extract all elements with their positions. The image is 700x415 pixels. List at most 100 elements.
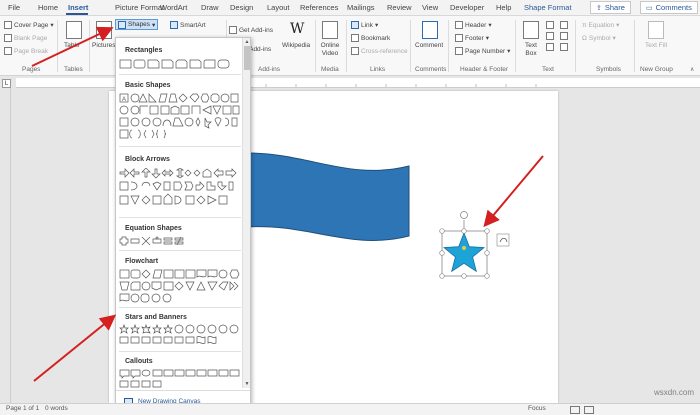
chevron-down-icon: ▾ [485,35,490,42]
wikipedia-icon[interactable]: W [290,21,304,37]
chevron-down-icon: ▾ [374,22,379,29]
wordart-icon [546,32,554,40]
comment-icon: ▭ [646,4,653,12]
read-mode-icon[interactable] [570,406,580,414]
basic-shapes-grid[interactable]: A [119,93,241,139]
stars-and-banners-grid[interactable] [119,324,241,348]
wikipedia-button-label[interactable]: Wikipedia [282,42,310,49]
bookmark-icon [351,34,359,42]
group-label-symbols: Symbols [596,66,621,73]
page-count[interactable]: Page 1 of 1 [6,405,39,412]
text-box-icon[interactable] [523,21,539,39]
online-video-button-label[interactable]: Online Video [318,42,342,58]
group-separator [634,20,635,72]
tab-picture-format[interactable]: Picture Format [115,3,164,12]
page-number-button[interactable]: Page Number ▾ [455,47,510,55]
object-icon [560,43,568,51]
link-icon [351,21,359,29]
cover-page-button[interactable]: Cover Page ▾ [4,21,54,29]
category-callouts: Callouts [125,358,153,365]
focus-mode-button[interactable]: Focus [528,405,546,412]
signature-line-icon [560,21,568,29]
blank-page-button[interactable]: Blank Page [4,34,47,42]
tab-file[interactable]: File [8,3,20,12]
share-button[interactable]: ⇪ Share [590,1,631,14]
drop-cap-icon [546,43,554,51]
group-separator [346,20,347,72]
link-button[interactable]: Link ▾ [351,21,378,29]
tab-mailings[interactable]: Mailings [347,3,375,12]
divider [119,250,241,251]
tab-home[interactable]: Home [38,3,58,12]
scroll-thumb[interactable] [244,46,250,70]
tab-wordart[interactable]: WordArt [160,3,187,12]
shapes-button[interactable]: Shapes ▾ [115,19,158,30]
collapse-ribbon-icon[interactable]: ∧ [690,66,694,73]
pictures-icon[interactable] [96,21,112,39]
tab-view[interactable]: View [422,3,438,12]
quick-parts-icon [546,21,554,29]
online-video-icon[interactable] [322,21,338,39]
symbol-button[interactable]: Ω Symbol ▾ [582,34,616,43]
chevron-down-icon: ▾ [612,35,616,42]
text-box-button-label[interactable]: Text Box [521,42,541,58]
equation-button[interactable]: π Equation ▾ [582,21,619,30]
gallery-scrollbar[interactable]: ▲ ▼ [242,38,250,388]
text-more-buttons[interactable] [546,21,554,51]
rectangles-row[interactable] [119,59,241,69]
divider [119,351,241,352]
divider [116,390,250,391]
tab-layout[interactable]: Layout [267,3,290,12]
scroll-up-icon[interactable]: ▲ [243,38,250,46]
tab-selector[interactable]: L [2,79,11,88]
shapes-gallery[interactable]: Rectangles Basic Shapes A Block Arrows E… [115,37,251,413]
chevron-down-icon: ▾ [507,48,511,55]
group-separator [515,20,516,72]
text-more-buttons-2[interactable] [560,21,568,51]
layout-options-icon [496,233,510,247]
table-icon[interactable] [66,21,82,39]
bookmark-button[interactable]: Bookmark [351,34,390,42]
pictures-button-label[interactable]: Pictures [92,42,115,49]
callouts-grid[interactable] [119,369,241,389]
store-icon [229,26,237,34]
tab-help[interactable]: Help [496,3,511,12]
word-count[interactable]: 0 words [45,405,68,412]
block-arrows-grid[interactable] [119,168,241,214]
tab-references[interactable]: References [300,3,338,12]
group-separator [315,20,316,72]
group-label-text: Text [542,66,554,73]
group-separator [575,20,576,72]
print-layout-icon[interactable] [584,406,594,414]
get-addins-button[interactable]: Get Add-ins [229,26,273,34]
comment-button-label[interactable]: Comment [415,42,443,49]
cross-reference-icon [351,47,359,55]
cross-reference-button[interactable]: Cross-reference [351,47,408,55]
tab-draw[interactable]: Draw [201,3,219,12]
table-button-label[interactable]: Table [64,42,80,49]
smartart-button[interactable]: SmartArt [170,21,206,29]
share-icon: ⇪ [596,4,602,12]
equation-shapes-row[interactable] [119,236,241,246]
tab-insert[interactable]: Insert [68,3,88,12]
page-break-button[interactable]: Page Break [4,47,48,55]
tab-design[interactable]: Design [230,3,253,12]
new-comment-icon[interactable] [422,21,438,39]
category-block-arrows: Block Arrows [125,156,170,163]
tab-shape-format[interactable]: Shape Format [524,3,572,12]
text-fill-button-label[interactable]: Text Fill [644,42,668,50]
comments-button[interactable]: ▭ Comments [640,1,698,14]
watermark: wsxdn.com [653,388,694,397]
text-fill-icon[interactable] [648,21,664,39]
flowchart-grid[interactable] [119,269,241,303]
scroll-down-icon[interactable]: ▼ [243,380,250,388]
group-label-comments: Comments [415,66,447,73]
tab-review[interactable]: Review [387,3,412,12]
vertical-ruler[interactable] [0,88,11,403]
tab-developer[interactable]: Developer [450,3,484,12]
footer-button[interactable]: Footer ▾ [455,34,489,42]
smartart-icon [170,21,178,29]
svg-text:A: A [122,97,126,103]
header-button[interactable]: Header ▾ [455,21,492,29]
divider [119,217,241,218]
